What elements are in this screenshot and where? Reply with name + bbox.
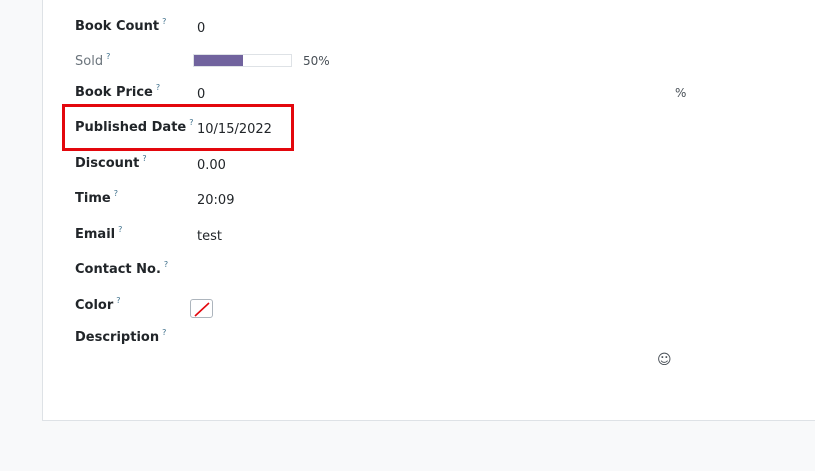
sold-progress-bar	[193, 54, 292, 67]
discount-label-text: Discount	[75, 156, 140, 171]
contact-no-label-text: Contact No.	[75, 262, 161, 277]
help-icon[interactable]: ?	[106, 52, 110, 61]
contact-no-field[interactable]	[197, 264, 597, 280]
time-field[interactable]: 20:09	[197, 193, 234, 208]
no-color-icon[interactable]	[190, 299, 213, 318]
help-icon[interactable]: ?	[118, 225, 122, 234]
book-price-suffix: %	[675, 86, 687, 100]
sold-progress-text: 50%	[303, 54, 330, 68]
book-count-label: Book Count?	[75, 17, 166, 34]
help-icon[interactable]: ?	[162, 328, 166, 337]
help-icon[interactable]: ?	[156, 83, 160, 92]
help-icon[interactable]: ?	[114, 189, 118, 198]
emoji-picker-icon[interactable]: ☺	[657, 352, 672, 368]
description-field[interactable]	[197, 350, 637, 370]
help-icon[interactable]: ?	[142, 154, 146, 163]
time-label: Time?	[75, 189, 118, 206]
discount-label: Discount?	[75, 154, 147, 171]
book-count-field[interactable]: 0	[197, 21, 205, 36]
book-count-label-text: Book Count	[75, 19, 160, 34]
description-label-text: Description	[75, 330, 160, 345]
help-icon[interactable]: ?	[164, 260, 168, 269]
email-label-text: Email	[75, 227, 116, 242]
published-date-label-text: Published Date	[75, 120, 187, 135]
discount-field[interactable]: 0.00	[197, 158, 226, 173]
sold-label: Sold?	[75, 52, 110, 69]
published-date-label: Published Date?	[75, 118, 194, 135]
color-label-text: Color	[75, 298, 114, 313]
book-price-label-text: Book Price	[75, 85, 153, 100]
email-label: Email?	[75, 225, 122, 242]
description-label: Description?	[75, 328, 166, 345]
help-icon[interactable]: ?	[189, 118, 193, 127]
book-price-field[interactable]: 0	[197, 87, 205, 102]
published-date-field[interactable]: 10/15/2022	[197, 122, 272, 137]
help-icon[interactable]: ?	[116, 296, 120, 305]
contact-no-label: Contact No.?	[75, 260, 168, 277]
email-field[interactable]: test	[197, 229, 222, 244]
time-label-text: Time	[75, 191, 111, 206]
color-label: Color?	[75, 296, 121, 313]
book-price-label: Book Price?	[75, 83, 160, 100]
help-icon[interactable]: ?	[162, 17, 166, 26]
no-color-slash-icon	[194, 302, 210, 317]
sold-label-text: Sold	[75, 54, 104, 69]
sold-progress-fill	[194, 55, 243, 66]
